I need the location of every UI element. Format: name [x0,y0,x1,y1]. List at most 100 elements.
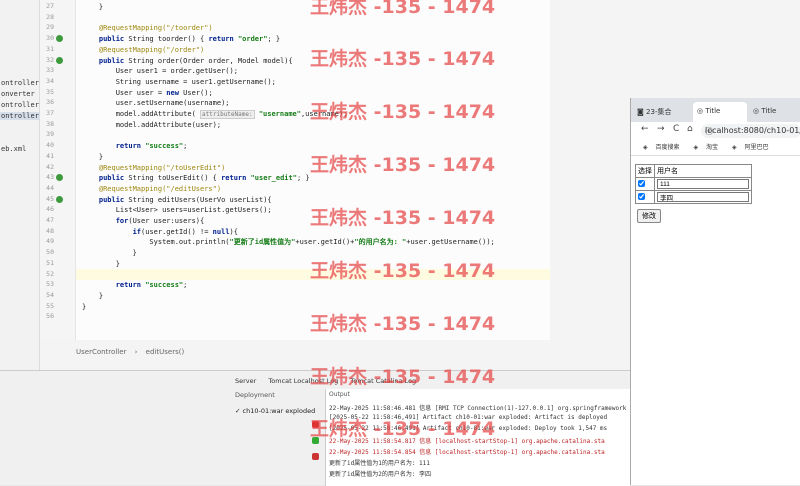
line-number: 49 [46,237,54,246]
tree-item-selected[interactable]: ontroller [0,112,40,120]
code-token: if [82,227,142,236]
code-line: @RequestMapping("/toUserEdit") [82,163,225,173]
watermark: 王炜杰 -135 - 1474 [310,48,496,70]
browser-tab-label: 23-集合 [646,108,672,116]
code-token: ; } [296,174,310,183]
table-cell [654,190,752,204]
code-line: } [82,259,120,269]
tree-item[interactable]: eb.xml [0,145,26,153]
line-number: 27 [46,2,54,10]
browser-tab[interactable]: ◙ 23-集合 [633,102,691,122]
bookmark-item[interactable]: ◈ 淘宝 [687,144,718,151]
line-number: 53 [46,280,54,289]
gutter-marker-icon[interactable] [56,195,63,203]
line-number: 56 [46,312,54,321]
line-number: 36 [46,98,54,107]
code-token: User(); [183,88,213,97]
code-token: User user1 = order.getUser(); [82,67,238,76]
code-line: } [82,302,86,312]
code-token: return [82,281,146,290]
home-icon[interactable]: ⌂ [687,124,693,134]
bookmark-label: 阿里巴巴 [744,144,769,151]
gutter-marker-icon[interactable] [56,35,63,43]
code-token: "order" [237,35,268,44]
back-icon[interactable]: ← [641,124,649,134]
username-input[interactable] [657,179,749,189]
tree-item[interactable]: ontroller [0,101,39,109]
address-bar-url: localhost:8080/ch10-01/toUserEdit [705,126,800,135]
address-bar[interactable]: ⓘ localhost:8080/ch10-01/toUserEdit [701,124,800,138]
submit-button[interactable]: 修改 [637,209,661,223]
code-token: user.setUsername(username); [82,99,230,108]
tree-item-label: ontroller [1,112,39,120]
browser-window: ◙ 23-集合 ◎ Title ◎ Title ← → C ⌂ ⓘ localh… [630,98,800,485]
code-token: } [82,259,120,268]
line-number: 40 [46,141,54,150]
line-number: 44 [46,183,54,192]
watermark: 王炜杰 -135 - 1474 [310,207,496,229]
output-header: Output [329,391,350,398]
code-line: public String toUserEdit() { return "use… [82,173,310,183]
line-number: 47 [46,216,54,224]
forward-icon[interactable]: → [657,124,665,134]
code-token: } [82,249,137,258]
browser-tab-active[interactable]: ◎ Title [693,102,747,122]
deployment-item[interactable]: ✓ ch10-01:war exploded [235,407,315,415]
line-number: 33 [46,66,54,75]
output-line: 更新了id属性值为2的用户名为: 李四 [329,471,432,478]
bookmark-label: 百度搜索 [655,144,680,151]
code-line: @RequestMapping("/editUsers") [82,184,221,194]
reload-icon[interactable]: C [673,124,679,134]
tree-item-label: onverter [1,90,35,98]
output-line: 更新了id属性值为1的用户名为: 111 [329,460,430,467]
breadcrumb: UserController › editUsers() [76,348,550,360]
code-line: public String editUsers(UserVo userList)… [82,195,272,205]
code-token: User user = [82,88,167,97]
code-token: for [82,217,129,225]
output-line: 22-May-2025 11:58:54.854 信息 [localhost-s… [329,449,605,456]
header-select: 选择 [635,164,655,178]
breadcrumb-class[interactable]: UserController [76,348,126,356]
breadcrumb-method[interactable]: editUsers() [146,348,185,356]
code-line: model.addAttribute(user); [82,120,221,130]
ide-window: ontroller onverter ontroller ontroller e… [0,0,800,486]
code-token: @RequestMapping("/toorder") [82,24,213,33]
bookmark-item[interactable]: ◈ 阿里巴巴 [726,144,769,151]
watermark: 王炜杰 -135 - 1474 [310,0,496,18]
line-number: 37 [46,109,54,117]
code-token: public [82,174,129,183]
code-token: String toorder() { [128,35,209,44]
gutter-marker-icon[interactable] [56,56,63,64]
tree-item[interactable]: onverter [0,90,35,98]
browser-tab-label: Title [705,107,721,115]
browser-tab-label: Title [761,107,777,115]
line-number: 30 [46,34,54,43]
table-cell [654,177,752,191]
browser-tab[interactable]: ◎ Title [749,102,800,122]
code-token: public [82,35,129,44]
line-number: 35 [46,87,54,96]
bookmark-icon: ◈ [643,144,648,151]
code-token: @RequestMapping("/toUserEdit") [82,163,226,172]
gutter-marker-icon[interactable] [56,174,63,182]
code-line: } [82,248,137,258]
watermark: 王炜杰 -135 - 1474 [310,101,496,123]
row-select-checkbox[interactable] [638,192,645,200]
code-token: String order(Order order, Model model){ [128,56,293,65]
tree-item[interactable]: ontroller [0,79,39,87]
clear-icon[interactable] [312,453,319,460]
bookmark-item[interactable]: ◈ 百度搜索 [637,144,680,151]
line-number: 31 [46,44,54,53]
line-number: 54 [46,290,54,299]
line-number: 55 [46,301,54,310]
line-number: 45 [46,194,54,203]
code-token: return [82,142,146,151]
row-select-checkbox[interactable] [638,179,645,187]
username-input[interactable] [657,192,749,202]
code-token: String toUserEdit() { [128,174,222,183]
code-line: } [82,2,103,12]
code-token: ; [183,281,188,290]
tab-server[interactable]: Server [235,377,256,385]
code-token: "success" [145,142,184,151]
output-line: 22-May-2025 11:58:46.481 信息 [RMI TCP Con… [329,405,627,412]
